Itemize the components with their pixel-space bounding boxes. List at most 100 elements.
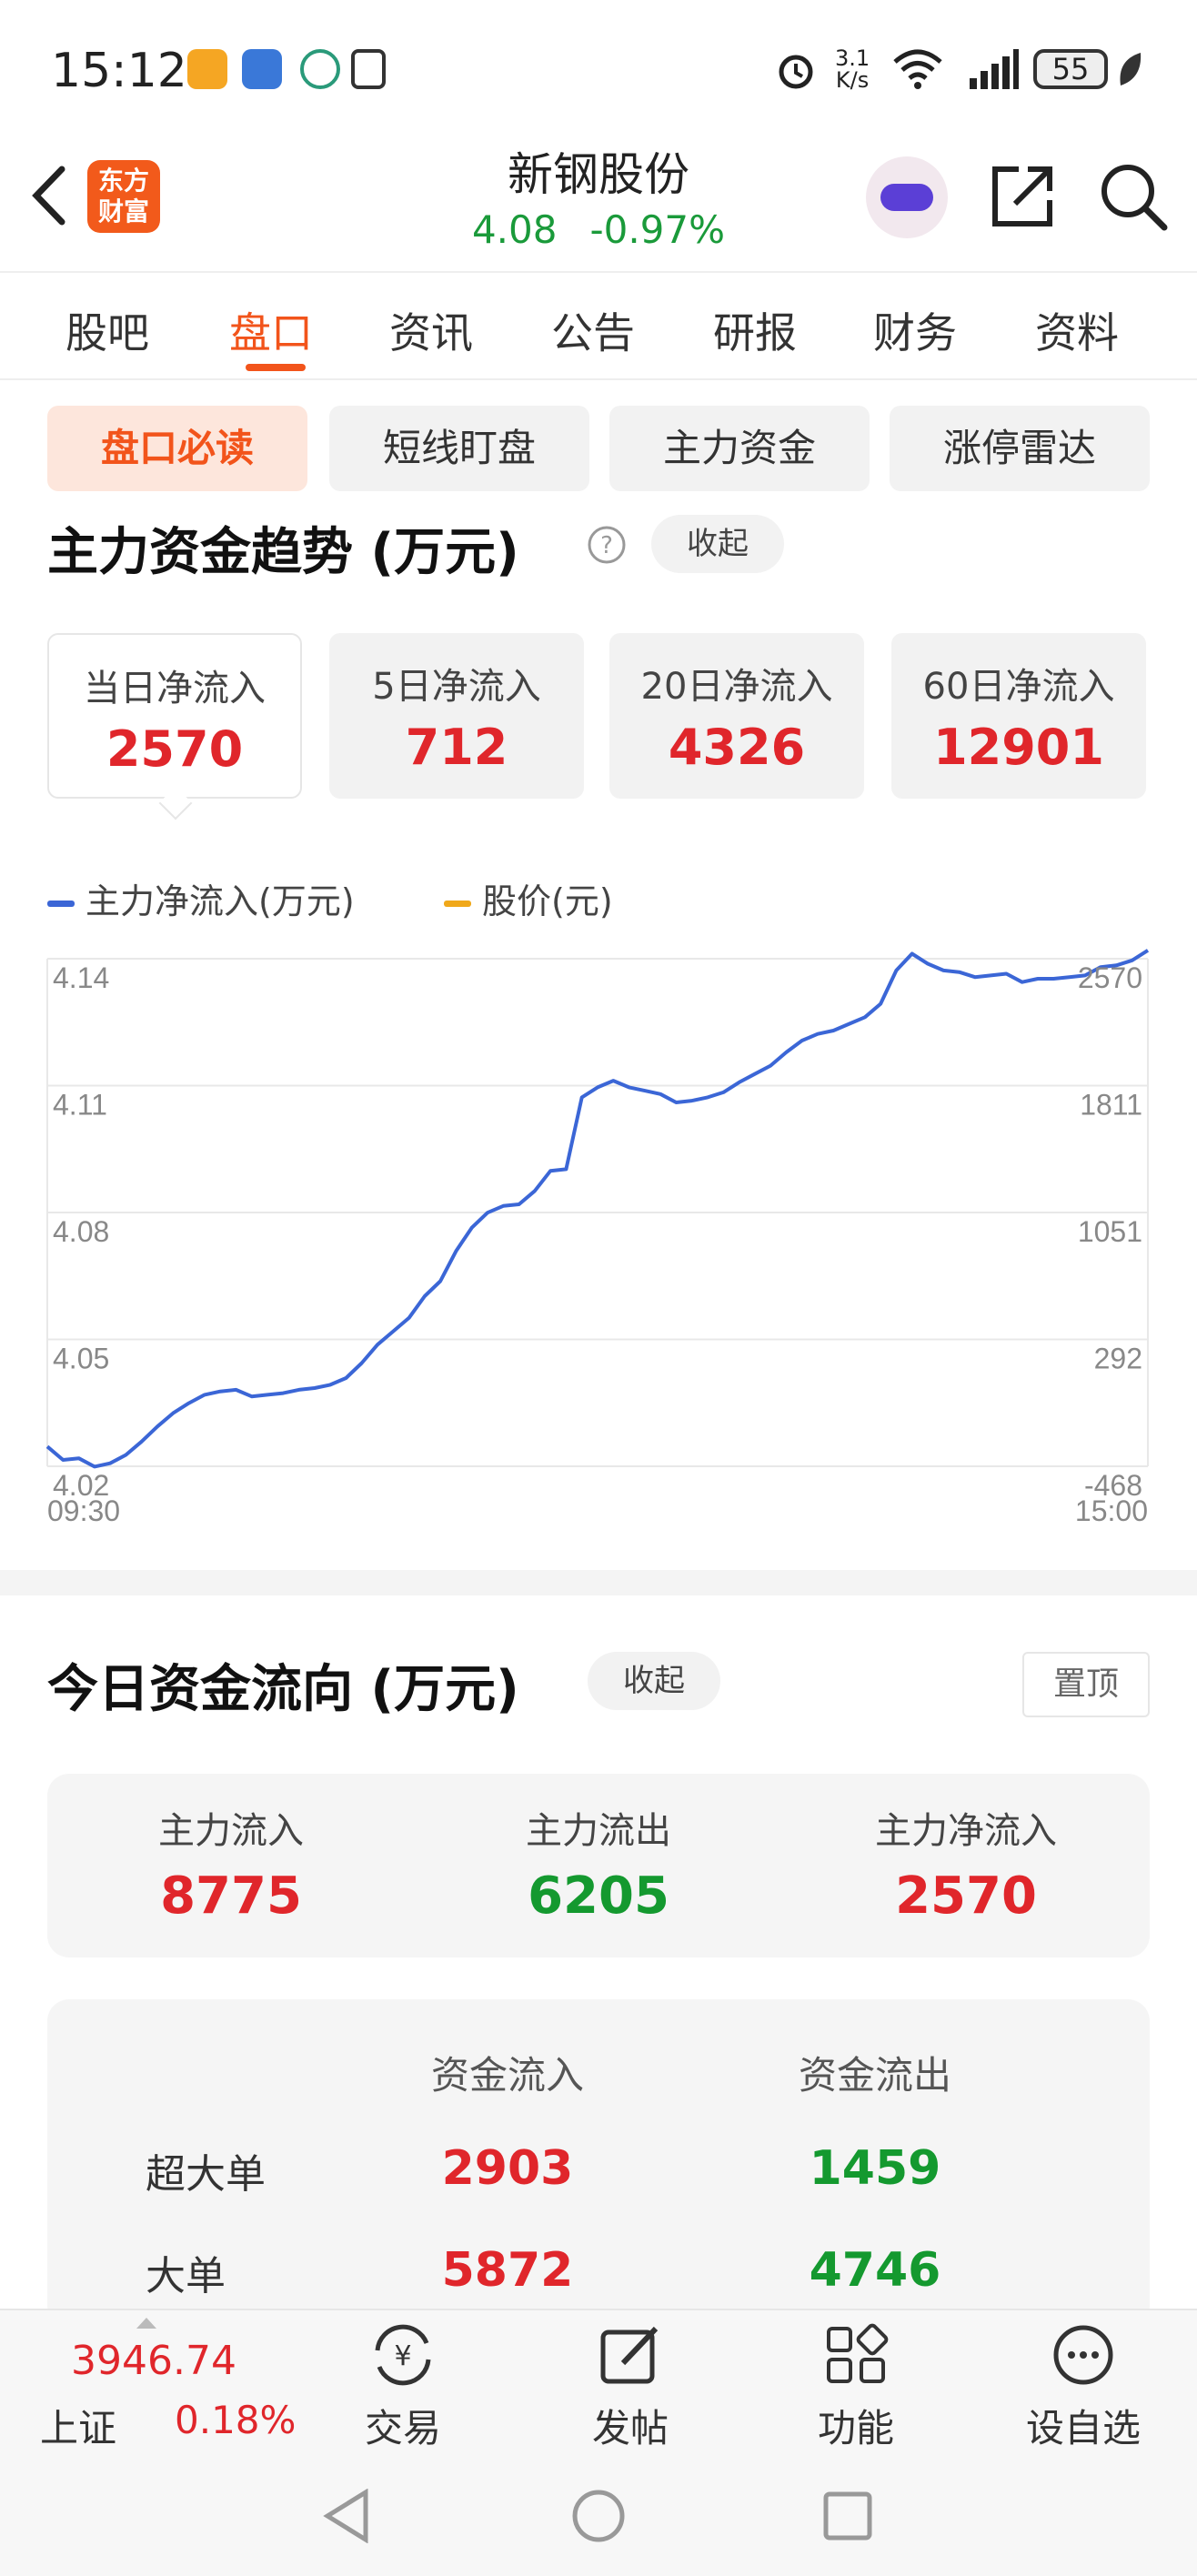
functions-label: 功能 bbox=[817, 2406, 894, 2450]
app-notification-icon bbox=[187, 49, 227, 89]
period-value: 12901 bbox=[933, 719, 1104, 776]
row-outflow: 4746 bbox=[809, 2243, 941, 2298]
trade-label: 交易 bbox=[364, 2406, 441, 2450]
share-icon[interactable] bbox=[988, 162, 1057, 231]
trend-collapse-button[interactable]: 收起 bbox=[651, 515, 784, 573]
legend-label: 股价(元) bbox=[482, 881, 613, 921]
trend-title: 主力资金趋势 (万元) bbox=[47, 523, 519, 582]
subtab-short-term[interactable]: 短线盯盘 bbox=[329, 406, 589, 491]
summary-label: 主力净流入 bbox=[875, 1810, 1057, 1852]
period-5d[interactable]: 5日净流入 712 bbox=[329, 633, 584, 799]
battery-icon: 55 bbox=[1033, 49, 1108, 89]
legend-price: 股价(元) bbox=[444, 873, 613, 923]
index-name[interactable]: 上证 bbox=[40, 2398, 116, 2453]
system-nav-bar bbox=[0, 2456, 1197, 2576]
legend-label: 主力净流入(万元) bbox=[86, 881, 355, 921]
tab-profile[interactable]: 资料 bbox=[1035, 300, 1119, 360]
row-inflow: 2903 bbox=[441, 2141, 574, 2196]
table-row: 超大单 2903 1459 bbox=[47, 2141, 1150, 2214]
more-icon bbox=[1053, 2325, 1113, 2385]
row-label: 超大单 bbox=[146, 2151, 266, 2198]
subtab-main-funds[interactable]: 主力资金 bbox=[609, 406, 870, 491]
up-triangle-icon bbox=[136, 2318, 156, 2329]
x-tick-label: 09:30 bbox=[47, 1494, 120, 1527]
svg-text:¥: ¥ bbox=[394, 2340, 411, 2372]
summary-value: 6205 bbox=[528, 1867, 669, 1926]
grid-icon bbox=[827, 2323, 889, 2383]
yuan-exchange-icon: ¥ bbox=[375, 2324, 431, 2386]
legend-swatch-orange bbox=[444, 901, 471, 907]
index-value[interactable]: 3946.74 bbox=[71, 2338, 236, 2384]
period-value: 712 bbox=[405, 719, 508, 776]
flow-summary: 主力流入 8775 主力流出 6205 主力净流入 2570 bbox=[47, 1774, 1150, 1957]
stock-price: 4.08 bbox=[471, 207, 558, 252]
nav-recents-icon[interactable] bbox=[822, 2490, 873, 2541]
flow-summary-outflow: 主力流出 6205 bbox=[415, 1801, 782, 1926]
fund-trend-chart[interactable]: 4.144.114.084.054.02257018111051292-4680… bbox=[0, 946, 1197, 1528]
post-label: 发帖 bbox=[591, 2406, 669, 2450]
trade-button[interactable]: ¥ 交易 bbox=[335, 2323, 471, 2453]
help-icon[interactable]: ? bbox=[586, 524, 628, 566]
period-label: 20日净流入 bbox=[640, 666, 833, 708]
section-divider bbox=[0, 1570, 1197, 1595]
status-time: 15:12 bbox=[51, 44, 187, 98]
tab-guba[interactable]: 股吧 bbox=[65, 300, 149, 360]
tab-pankou[interactable]: 盘口 bbox=[229, 300, 313, 360]
legend-swatch-blue bbox=[47, 901, 75, 907]
svg-text:?: ? bbox=[600, 532, 613, 559]
summary-value: 2570 bbox=[895, 1867, 1037, 1926]
header-outflow: 资金流出 bbox=[798, 2053, 951, 2098]
tab-finance[interactable]: 财务 bbox=[873, 300, 957, 360]
legend-net-inflow: 主力净流入(万元) bbox=[47, 873, 355, 923]
pin-top-button[interactable]: 置顶 bbox=[1022, 1652, 1150, 1717]
index-change-pct[interactable]: 0.18% bbox=[175, 2398, 296, 2442]
period-label: 当日净流入 bbox=[84, 668, 266, 709]
net-speed-value: 3.1 bbox=[835, 45, 870, 71]
nav-back-icon[interactable] bbox=[322, 2489, 371, 2543]
nfc-icon bbox=[351, 49, 386, 89]
functions-button[interactable]: 功能 bbox=[788, 2323, 924, 2453]
row-outflow: 1459 bbox=[809, 2141, 941, 2196]
period-today[interactable]: 当日净流入 2570 bbox=[47, 633, 302, 799]
edit-post-icon bbox=[600, 2326, 659, 2384]
left-tick-label: 4.08 bbox=[53, 1215, 109, 1248]
tab-news[interactable]: 资讯 bbox=[389, 300, 473, 360]
ai-assistant-icon[interactable] bbox=[866, 156, 948, 238]
nav-home-icon[interactable] bbox=[571, 2489, 626, 2543]
watchlist-label: 设自选 bbox=[1025, 2406, 1141, 2450]
period-value: 2570 bbox=[106, 720, 244, 778]
tab-research[interactable]: 研报 bbox=[713, 300, 797, 360]
summary-label: 主力流出 bbox=[526, 1810, 671, 1852]
add-watchlist-button[interactable]: 设自选 bbox=[1015, 2323, 1152, 2453]
right-tick-label: 1811 bbox=[1080, 1089, 1142, 1122]
subtab-limit-up-radar[interactable]: 涨停雷达 bbox=[890, 406, 1150, 491]
left-tick-label: 4.11 bbox=[53, 1089, 107, 1122]
weather-notification-icon bbox=[242, 49, 282, 89]
summary-label: 主力流入 bbox=[158, 1810, 304, 1852]
subtab-must-read[interactable]: 盘口必读 bbox=[47, 406, 307, 491]
net-speed-unit: K/s bbox=[835, 67, 870, 93]
period-label: 60日净流入 bbox=[922, 666, 1115, 708]
x-tick-label: 15:00 bbox=[1075, 1494, 1148, 1527]
post-button[interactable]: 发帖 bbox=[562, 2323, 699, 2453]
period-20d[interactable]: 20日净流入 4326 bbox=[609, 633, 864, 799]
stock-change-pct: -0.97% bbox=[589, 207, 726, 252]
flow-collapse-button[interactable]: 收起 bbox=[588, 1652, 720, 1710]
tab-announcements[interactable]: 公告 bbox=[551, 300, 635, 360]
app-screen: { "status_bar": {"time": "15:12", "net_s… bbox=[0, 0, 1197, 2576]
leaf-icon bbox=[1120, 53, 1142, 86]
row-label: 大单 bbox=[146, 2253, 226, 2299]
flow-summary-inflow: 主力流入 8775 bbox=[47, 1801, 415, 1926]
left-tick-label: 4.14 bbox=[53, 961, 109, 994]
net-inflow-line bbox=[45, 949, 1150, 1469]
network-speed: 3.1 K/s bbox=[835, 47, 870, 91]
signal-icon bbox=[970, 49, 1019, 89]
row-inflow: 5872 bbox=[441, 2243, 574, 2298]
period-60d[interactable]: 60日净流入 12901 bbox=[891, 633, 1146, 799]
alarm-icon bbox=[779, 55, 813, 89]
summary-value: 8775 bbox=[160, 1867, 302, 1926]
period-label: 5日净流入 bbox=[372, 666, 541, 708]
search-icon[interactable] bbox=[1097, 160, 1170, 233]
flow-title: 今日资金流向 (万元) bbox=[47, 1660, 519, 1719]
right-tick-label: 292 bbox=[1094, 1343, 1142, 1375]
